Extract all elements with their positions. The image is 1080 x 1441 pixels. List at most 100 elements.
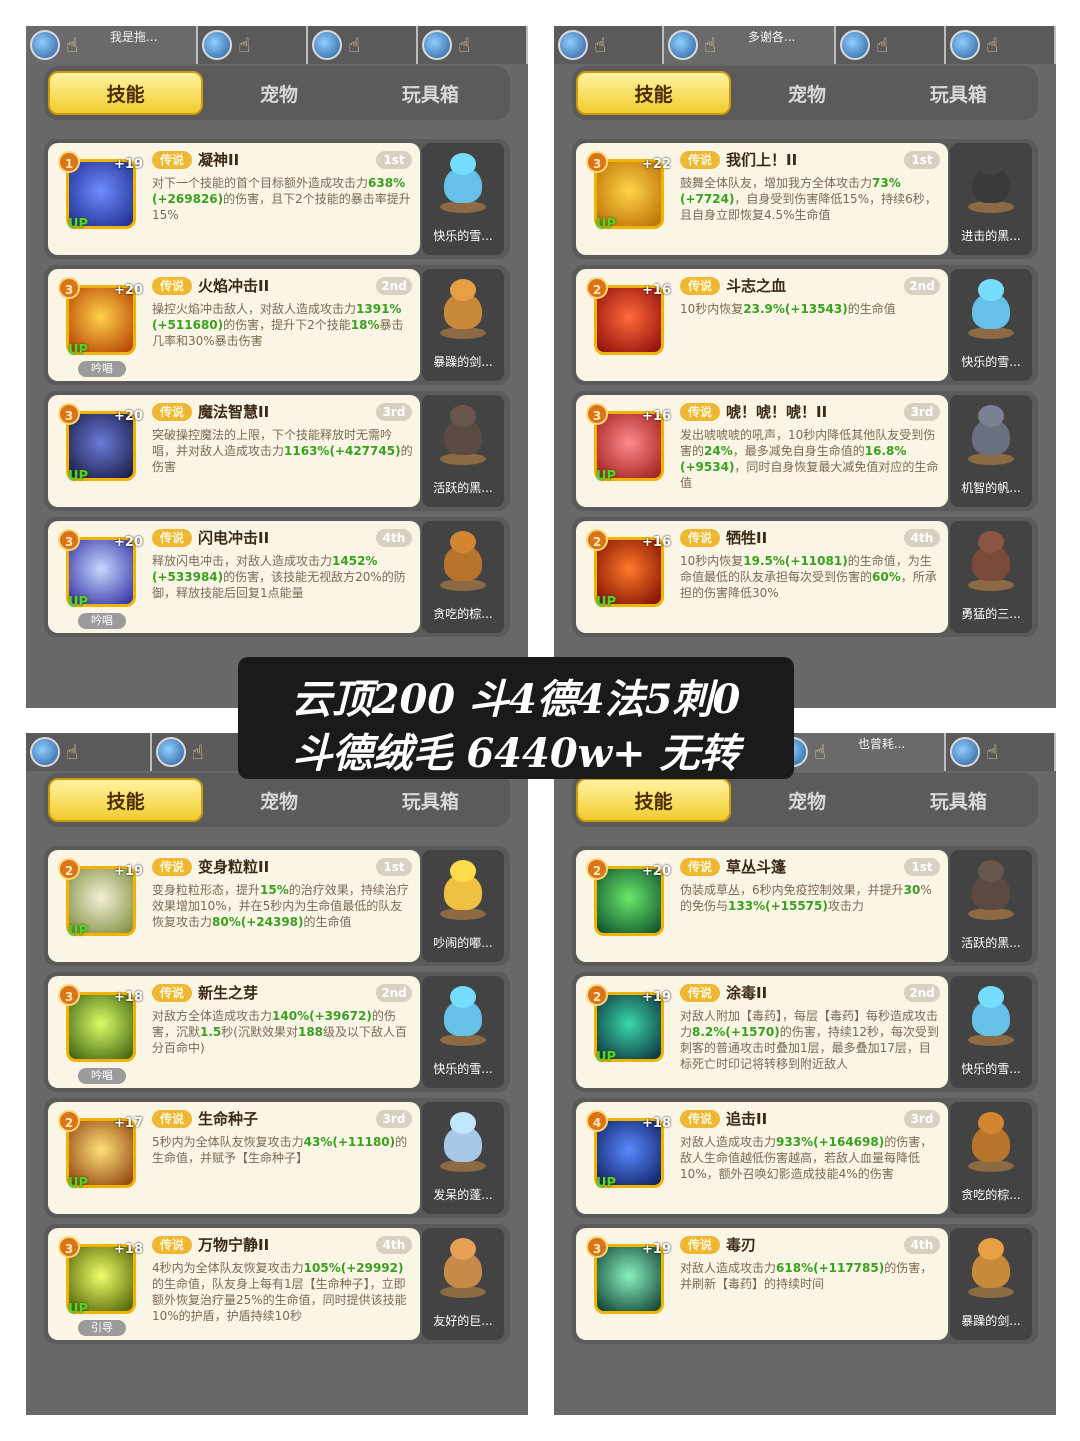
skill-bonus-level: +19: [642, 1242, 671, 1257]
skill-info[interactable]: 4 +18 UP 传说 追击II 3rd 对敌人造成攻击力933%(+164698)的伤害，…: [576, 1102, 948, 1214]
pet-slot[interactable]: 暴躁的剑...: [422, 269, 504, 381]
pet-slot[interactable]: 发呆的蓬...: [422, 1102, 504, 1214]
tab-pets[interactable]: 宠物: [203, 71, 354, 115]
party-member-slot[interactable]: ☝: [308, 26, 419, 64]
pet-head: [978, 153, 1004, 175]
skill-info[interactable]: 2 +16 UP 传说 牺牲II 4th 10秒内恢复19.5%(+11081)的生命值，为…: [576, 521, 948, 633]
skill-description: 10秒内恢复23.9%(+13543)的生命值: [680, 301, 942, 317]
skill-level-badge: 3: [58, 403, 80, 425]
skill-card[interactable]: 2 +16 UP 传说 牺牲II 4th 10秒内恢复19.5%(+11081)的生命值，为…: [572, 517, 1038, 637]
skill-level-badge: 3: [58, 277, 80, 299]
party-member-slot[interactable]: ☝ 也曾耗...: [773, 733, 947, 771]
like-hand-icon[interactable]: ☝: [66, 740, 88, 764]
skill-card[interactable]: 3 +20 UP 吟唱 传说 闪电冲击II 4th 释放闪电冲击，对敌人造成攻击力1452%(…: [44, 517, 510, 637]
tab-toybox[interactable]: 玩具箱: [883, 778, 1034, 822]
pet-slot[interactable]: 活跃的黑...: [950, 850, 1032, 962]
skill-card[interactable]: 2 +17 UP 传说 生命种子 3rd 5秒内为全体队友恢复攻击力43%(+11180)的…: [44, 1098, 510, 1218]
skill-card[interactable]: 3 +18 吟唱 传说 新生之芽 2nd 对敌方全体造成攻击力140%(+39672)的伤害…: [44, 972, 510, 1092]
skill-card[interactable]: 2 +16 传说 斗志之血 2nd 10秒内恢复23.9%(+13543)的生命值 快乐的雪…: [572, 265, 1038, 385]
skill-card[interactable]: 3 +19 传说 毒刃 4th 对敌人造成攻击力618%(+117785)的伤害，并刷新【…: [572, 1224, 1038, 1344]
pet-head: [978, 531, 1004, 553]
party-member-slot[interactable]: ☝: [26, 733, 152, 771]
tab-toybox[interactable]: 玩具箱: [355, 778, 506, 822]
pet-slot[interactable]: 活跃的黑...: [422, 395, 504, 507]
skill-card[interactable]: 2 +20 传说 草丛斗篷 1st 伪装成草丛，6秒内免疫控制效果，并提升30%的免伤与1…: [572, 846, 1038, 966]
rarity-badge: 传说: [680, 403, 720, 421]
like-hand-icon[interactable]: ☝: [986, 740, 1008, 764]
tab-pets[interactable]: 宠物: [203, 778, 354, 822]
skill-info[interactable]: 3 +20 UP 传说 魔法智慧II 3rd 突破操控魔法的上限，下个技能释放时无需吟唱，并…: [48, 395, 420, 507]
skill-value-highlight: 1.5: [200, 1025, 222, 1039]
skill-name: 我们上！II: [726, 151, 798, 169]
tab-skills[interactable]: 技能: [48, 71, 204, 115]
skill-info[interactable]: 3 +19 传说 毒刃 4th 对敌人造成攻击力618%(+117785)的伤害，并刷新【…: [576, 1228, 948, 1340]
pet-slot[interactable]: 友好的巨...: [422, 1228, 504, 1340]
tab-pets[interactable]: 宠物: [731, 71, 882, 115]
party-member-slot[interactable]: ☝: [946, 733, 1056, 771]
tab-skills[interactable]: 技能: [576, 71, 732, 115]
skill-info[interactable]: 3 +18 UP 引导 传说 万物宁静II 4th 4秒内为全体队友恢复攻击力105%(+29…: [48, 1228, 420, 1340]
skill-info[interactable]: 2 +19 UP 传说 涂毒II 2nd 对敌人附加【毒药】，每层【毒药】每秒造成攻击力8.…: [576, 976, 948, 1088]
pet-slot[interactable]: 快乐的雪...: [422, 143, 504, 255]
like-hand-icon[interactable]: ☝: [704, 33, 726, 57]
pet-slot[interactable]: 吵闹的嘟...: [422, 850, 504, 962]
skill-info[interactable]: 2 +17 UP 传说 生命种子 3rd 5秒内为全体队友恢复攻击力43%(+11180)的…: [48, 1102, 420, 1214]
skill-description: 伪装成草丛，6秒内免疫控制效果，并提升30%的免伤与133%(+15575)攻击…: [680, 882, 942, 914]
like-hand-icon[interactable]: ☝: [876, 33, 898, 57]
skill-info[interactable]: 3 +20 UP 吟唱 传说 火焰冲击II 2nd 操控火焰冲击敌人，对敌人造成攻击力1391…: [48, 269, 420, 381]
party-member-slot[interactable]: ☝: [418, 26, 528, 64]
skill-card[interactable]: 3 +20 UP 吟唱 传说 火焰冲击II 2nd 操控火焰冲击敌人，对敌人造成攻击力1391…: [44, 265, 510, 385]
skill-info[interactable]: 2 +19 UP 传说 变身粒粒II 1st 变身粒粒形态，提升15%的治疗效果，持续治疗效…: [48, 850, 420, 962]
skill-card[interactable]: 3 +22 UP 传说 我们上！II 1st 鼓舞全体队友，增加我方全体攻击力73%(+77…: [572, 139, 1038, 259]
tab-skills[interactable]: 技能: [576, 778, 732, 822]
skill-card[interactable]: 2 +19 UP 传说 变身粒粒II 1st 变身粒粒形态，提升15%的治疗效果，持续治疗效…: [44, 846, 510, 966]
party-member-slot[interactable]: ☝: [836, 26, 947, 64]
like-hand-icon[interactable]: ☝: [814, 740, 836, 764]
skill-info[interactable]: 3 +20 UP 吟唱 传说 闪电冲击II 4th 释放闪电冲击，对敌人造成攻击力1452%(…: [48, 521, 420, 633]
pet-slot[interactable]: 进击的黑...: [950, 143, 1032, 255]
pet-slot[interactable]: 快乐的雪...: [422, 976, 504, 1088]
skill-card[interactable]: 1 +19 UP 传说 凝神II 1st 对下一个技能的首个目标额外造成攻击力638%(+2…: [44, 139, 510, 259]
like-hand-icon[interactable]: ☝: [348, 33, 370, 57]
tab-pets[interactable]: 宠物: [731, 778, 882, 822]
skill-info[interactable]: 3 +18 吟唱 传说 新生之芽 2nd 对敌方全体造成攻击力140%(+39672)的伤害…: [48, 976, 420, 1088]
pet-slot[interactable]: 快乐的雪...: [950, 269, 1032, 381]
skill-description-text: 释放闪电冲击，对敌人造成攻击力: [152, 554, 333, 568]
tab-toybox[interactable]: 玩具箱: [883, 71, 1034, 115]
party-member-slot[interactable]: ☝: [554, 26, 664, 64]
skill-card[interactable]: 4 +18 UP 传说 追击II 3rd 对敌人造成攻击力933%(+164698)的伤害，…: [572, 1098, 1038, 1218]
pet-slot[interactable]: 贪吃的棕...: [422, 521, 504, 633]
like-hand-icon[interactable]: ☝: [458, 33, 480, 57]
party-member-slot[interactable]: ☝ 多谢各...: [663, 26, 837, 64]
tab-skills[interactable]: 技能: [48, 778, 204, 822]
like-hand-icon[interactable]: ☝: [594, 33, 616, 57]
pet-slot[interactable]: 贪吃的棕...: [950, 1102, 1032, 1214]
pet-figure-icon: [438, 1112, 488, 1174]
skill-card[interactable]: 3 +16 UP 传说 唬！唬！唬！II 3rd 发出唬唬唬的吼声，10秒内降低其他队友受到…: [572, 391, 1038, 511]
skill-info[interactable]: 3 +22 UP 传说 我们上！II 1st 鼓舞全体队友，增加我方全体攻击力73%(+77…: [576, 143, 948, 255]
rarity-badge: 传说: [152, 403, 192, 421]
pet-slot[interactable]: 快乐的雪...: [950, 976, 1032, 1088]
like-hand-icon[interactable]: ☝: [238, 33, 260, 57]
pet-slot[interactable]: 机智的帆...: [950, 395, 1032, 507]
pet-head: [978, 405, 1004, 427]
skill-info[interactable]: 2 +16 传说 斗志之血 2nd 10秒内恢复23.9%(+13543)的生命值: [576, 269, 948, 381]
party-member-slot[interactable]: ☝: [946, 26, 1056, 64]
skill-info[interactable]: 1 +19 UP 传说 凝神II 1st 对下一个技能的首个目标额外造成攻击力638%(+2…: [48, 143, 420, 255]
skill-description-text: 对下一个技能的首个目标额外造成攻击力: [152, 176, 369, 190]
party-member-name: 我是拖...: [110, 30, 158, 44]
like-hand-icon[interactable]: ☝: [986, 33, 1008, 57]
skill-card[interactable]: 3 +20 UP 传说 魔法智慧II 3rd 突破操控魔法的上限，下个技能释放时无需吟唱，并…: [44, 391, 510, 511]
skill-card[interactable]: 2 +19 UP 传说 涂毒II 2nd 对敌人附加【毒药】，每层【毒药】每秒造成攻击力8.…: [572, 972, 1038, 1092]
skill-card[interactable]: 3 +18 UP 引导 传说 万物宁静II 4th 4秒内为全体队友恢复攻击力105%(+29…: [44, 1224, 510, 1344]
skill-info[interactable]: 3 +16 UP 传说 唬！唬！唬！II 3rd 发出唬唬唬的吼声，10秒内降低其他队友受到…: [576, 395, 948, 507]
pet-slot[interactable]: 暴躁的剑...: [950, 1228, 1032, 1340]
party-member-slot[interactable]: ☝: [198, 26, 309, 64]
pet-slot[interactable]: 勇猛的三...: [950, 521, 1032, 633]
pet-head: [450, 405, 476, 427]
skill-info[interactable]: 2 +20 传说 草丛斗篷 1st 伪装成草丛，6秒内免疫控制效果，并提升30%的免伤与1…: [576, 850, 948, 962]
like-hand-icon[interactable]: ☝: [66, 33, 88, 57]
like-hand-icon[interactable]: ☝: [192, 740, 214, 764]
party-member-slot[interactable]: ☝ 我是拖...: [26, 26, 199, 64]
tab-toybox[interactable]: 玩具箱: [355, 71, 506, 115]
